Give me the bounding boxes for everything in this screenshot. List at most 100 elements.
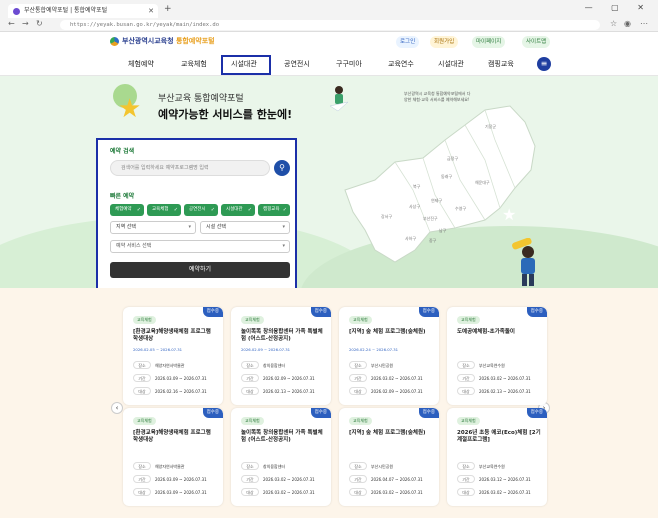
card-title: 놀이똑똑 창의융합센터 가족 특별체험 (어스트-산정공지) <box>241 430 323 443</box>
category-badge: 교육체험 <box>349 316 372 324</box>
info-value: 2026.03.02 ~ 2026.07.31 <box>371 490 423 495</box>
program-card[interactable]: 교육체험 접수중 [환경교육]해양생태체험 프로그램 학생대상 장소 해양자연사박물관 기… <box>123 408 223 506</box>
check-icon: ✓ <box>173 207 178 213</box>
card-meta: 2026.02.09 ~ 2026.07.31 <box>241 347 291 352</box>
login-link[interactable]: 로그인 <box>396 36 420 48</box>
card-title: [환경교육]해양생태체험 프로그램 학생대상 <box>133 430 211 443</box>
quick-chip-2[interactable]: 공연전시 ✓ <box>184 204 218 216</box>
info-label: 기간 <box>133 374 151 382</box>
category-badge: 교육체험 <box>349 417 372 425</box>
nav-item-5[interactable]: 교육연수 <box>388 58 414 70</box>
card-meta: 2026.02.05 ~ 2026.07.31 <box>133 347 183 352</box>
card-meta: 2026.02.24 ~ 2026.07.31 <box>349 347 399 352</box>
info-value: 부산교육연수원 <box>479 464 505 469</box>
info-value: 창의융합센터 <box>263 464 286 469</box>
search-input[interactable]: 검색어를 입력하세요 예약프로그램명 입력 <box>110 160 270 176</box>
program-card[interactable]: 교육체험 접수중 [지역] 숲 체험 프로그램(숲체원) 2026.02.24 ~ 2… <box>339 307 439 405</box>
nav-item-4[interactable]: 구구미아 <box>336 58 362 70</box>
info-value: 부산교육연수원 <box>479 363 505 368</box>
status-badge: 접수중 <box>418 408 439 418</box>
category-badge: 교육체험 <box>457 417 480 425</box>
back-icon[interactable]: ← <box>8 19 15 28</box>
card-info-row: 장소 부산시민공원 <box>349 361 433 371</box>
info-label: 기간 <box>241 374 259 382</box>
info-label: 장소 <box>133 462 151 470</box>
signup-link[interactable]: 회원가입 <box>430 36 459 48</box>
close-tab-icon[interactable]: ✕ <box>148 4 154 18</box>
facility-select[interactable]: 시설 선택 ▾ <box>200 221 290 234</box>
favorites-icon[interactable]: ☆ <box>610 19 617 28</box>
site-logo[interactable]: 부산광역시교육청 통합예약포털 <box>110 36 215 46</box>
info-label: 장소 <box>241 361 259 369</box>
search-button[interactable]: ⚲ <box>274 160 290 176</box>
browser-tab[interactable]: 부산통합예약포털 | 통합예약포털 ✕ <box>8 4 158 18</box>
status-badge: 접수중 <box>526 408 547 418</box>
info-value: 2026.03.09 ~ 2026.07.31 <box>155 490 207 495</box>
program-card[interactable]: 교육체험 접수중 [지역] 숲 체험 프로그램(숲체원) 장소 부산시민공원 기간 2026… <box>339 408 439 506</box>
card-info-row: 대상 2026.02.16 ~ 2026.07.31 <box>133 387 217 397</box>
status-badge: 접수중 <box>202 307 223 317</box>
quick-heading: 빠른 예약 <box>110 193 135 200</box>
chip-label: 공연전시 <box>189 207 206 212</box>
more-icon[interactable]: ⋯ <box>640 19 648 28</box>
nav-item-0[interactable]: 체험예약 <box>128 58 154 70</box>
card-info-row: 장소 창의융합센터 <box>241 462 325 472</box>
nav-item-3[interactable]: 공연전시 <box>284 58 310 70</box>
svg-text:사상구: 사상구 <box>409 203 420 209</box>
quick-chip-4[interactable]: 캠핑교육 ✓ <box>258 204 290 216</box>
program-card[interactable]: 교육체험 접수중 도예공예체험-초가족돌이 장소 부산교육연수원 기간 2026.03.02… <box>447 307 547 405</box>
card-info-row: 기간 2026.03.02 ~ 2026.07.31 <box>349 374 433 384</box>
chip-label: 체험예약 <box>115 207 132 212</box>
info-value: 부산시민공원 <box>371 363 394 368</box>
category-badge: 교육체험 <box>133 417 156 425</box>
card-info-row: 기간 2026.03.12 ~ 2026.07.31 <box>457 475 541 485</box>
category-badge: 교육체험 <box>133 316 156 324</box>
service-select[interactable]: 예약 서비스 선택 ▾ <box>110 240 290 253</box>
reserve-button[interactable]: 예약하기 <box>110 262 290 278</box>
forward-icon[interactable]: → <box>22 19 29 28</box>
chevron-down-icon: ▾ <box>282 224 285 230</box>
all-menu-button[interactable]: ≡ <box>537 57 551 71</box>
logo-org: 부산광역시교육청 <box>122 37 174 45</box>
check-icon: ✓ <box>136 207 141 213</box>
nav-item-1[interactable]: 교육체험 <box>181 58 207 70</box>
region-select[interactable]: 지역 선택 ▾ <box>110 221 196 234</box>
program-card[interactable]: 교육체험 접수중 2026년 초등 에코(Eco)체험 [2기 계절프로그램] 장소 부… <box>447 408 547 506</box>
address-bar[interactable]: https://yeyak.busan.go.kr/yeyak/main/ind… <box>60 20 600 30</box>
mypage-link[interactable]: 마이페이지 <box>472 36 506 48</box>
check-icon: ✓ <box>282 207 287 213</box>
refresh-icon[interactable]: ↻ <box>36 19 43 28</box>
quick-chip-3[interactable]: 시설대관 ✓ <box>221 204 255 216</box>
busan-map[interactable]: 기장군 금정구 북구 동래구 해운대구 연제구 사상구 강서구 부산진구 수영구… <box>335 100 585 270</box>
new-tab-button[interactable]: + <box>164 4 172 14</box>
nav-item-7[interactable]: 캠핑교육 <box>488 58 514 70</box>
site-header <box>0 32 658 54</box>
info-value: 2026.03.02 ~ 2026.07.31 <box>263 490 315 495</box>
svg-text:중구: 중구 <box>429 238 437 243</box>
check-icon: ✓ <box>247 207 252 213</box>
info-value: 2026.03.02 ~ 2026.07.31 <box>371 376 423 381</box>
info-label: 장소 <box>133 361 151 369</box>
program-card[interactable]: 교육체험 접수중 놀이똑똑 창의융합센터 가족 특별체험 (어스트-산정공지) 202… <box>231 307 331 405</box>
program-card[interactable]: 교육체험 접수중 [환경교육]해양생태체험 프로그램 학생대상 2026.02.05 … <box>123 307 223 405</box>
card-title: 놀이똑똑 창의융합센터 가족 특별체험 (어스트-산정공지) <box>241 329 323 342</box>
chip-label: 교육체험 <box>152 207 169 212</box>
quick-chip-1[interactable]: 교육체험 ✓ <box>147 204 181 216</box>
sitemap-link[interactable]: 사이트맵 <box>522 36 551 48</box>
info-value: 2026.03.12 ~ 2026.07.31 <box>479 477 531 482</box>
profile-icon[interactable]: ◉ <box>624 19 631 28</box>
prev-arrow-icon[interactable]: ‹ <box>111 402 123 414</box>
info-label: 장소 <box>457 462 475 470</box>
quick-chip-0[interactable]: 체험예약 ✓ <box>110 204 144 216</box>
info-label: 장소 <box>241 462 259 470</box>
nav-item-6[interactable]: 시설대관 <box>438 58 464 70</box>
map-star-icon: ★ <box>502 205 517 224</box>
window-controls[interactable]: — ▢ ✕ <box>585 3 652 12</box>
star-icon: ★ <box>118 94 142 124</box>
check-icon: ✓ <box>210 207 215 213</box>
program-card[interactable]: 교육체험 접수중 놀이똑똑 창의융합센터 가족 특별체험 (어스트-산정공지) 장소 창… <box>231 408 331 506</box>
browser-tab-title: 부산통합예약포털 | 통합예약포털 <box>24 7 108 14</box>
card-info-row: 대상 2026.03.02 ~ 2026.07.31 <box>241 488 325 498</box>
nav-item-2[interactable]: 시설대관 <box>231 58 257 70</box>
info-label: 대상 <box>133 387 151 395</box>
